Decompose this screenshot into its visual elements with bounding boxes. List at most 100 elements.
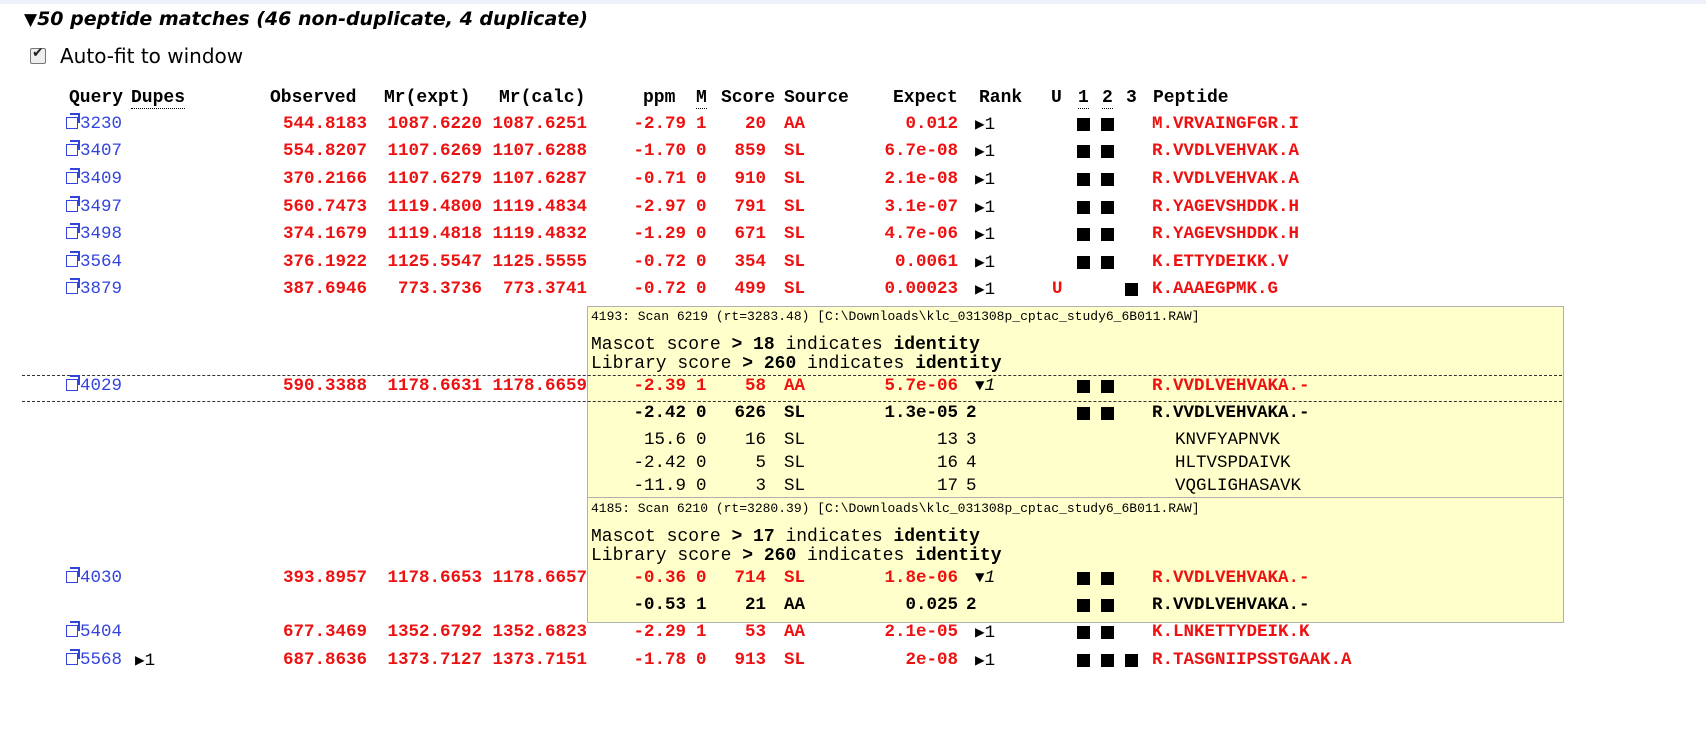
expect-value: 13 [936, 430, 958, 450]
query-link[interactable]: 3498 [66, 223, 122, 244]
header-m[interactable]: M [696, 88, 707, 109]
header-mr-expt: Mr(expt) [384, 88, 471, 108]
triangle-right-icon: ▶ [975, 254, 985, 272]
peptide-sequence: R.YAGEVSHDDK.H [1152, 197, 1300, 217]
peptide-matches-toggle[interactable]: ▼50 peptide matches (46 non-duplicate, 4… [24, 8, 588, 30]
miss-value: 0 [696, 403, 707, 423]
observed-value: 370.2166 [282, 169, 367, 189]
rank-toggle[interactable]: ▶1 [975, 650, 995, 671]
source-value: SL [784, 403, 806, 423]
score-value: 910 [734, 169, 766, 189]
threshold-prefix: Library score [591, 354, 743, 374]
match-square-icon [1101, 118, 1114, 131]
threshold-prefix: Mascot score [591, 527, 732, 547]
rank-toggle[interactable]: ▶1 [975, 622, 995, 643]
score-value: 626 [734, 403, 766, 423]
threshold-word: identity [915, 354, 1002, 374]
library-score-threshold: Library score > 260 indicates identity [591, 354, 1002, 374]
query-link[interactable]: 3407 [66, 140, 122, 161]
header-col-3: 3 [1126, 88, 1137, 108]
source-value: AA [784, 595, 806, 615]
rank-toggle[interactable]: ▼1 [975, 376, 995, 396]
query-link[interactable]: 5568 [66, 649, 122, 670]
threshold-mid: indicates [774, 527, 894, 547]
query-link[interactable]: 3230 [66, 113, 123, 134]
observed-value: 374.1679 [282, 224, 367, 244]
match-square-icon [1077, 572, 1090, 585]
source-value: SL [784, 197, 806, 217]
mr-calc-value: 1087.6251 [492, 114, 587, 134]
ppm-value: -2.39 [633, 376, 686, 396]
external-link-icon [66, 278, 80, 294]
query-number: 3564 [80, 252, 123, 272]
miss-value: 0 [696, 197, 707, 217]
header-col-1[interactable]: 1 [1078, 88, 1089, 109]
miss-value: 0 [696, 430, 707, 450]
rank-toggle[interactable]: ▶1 [975, 197, 995, 218]
header-score: Score [721, 88, 776, 108]
score-value: 21 [744, 595, 766, 615]
triangle-right-icon: ▶ [975, 143, 985, 161]
rank-toggle[interactable]: ▶1 [975, 169, 995, 190]
external-link-icon [66, 140, 80, 156]
header-query: Query [69, 88, 124, 108]
miss-value: 0 [696, 279, 707, 299]
scan-title: 4185: Scan 6210 (rt=3280.39) [C:\Downloa… [591, 501, 1200, 516]
rank-value: 1 [984, 376, 996, 396]
autofit-label[interactable]: Auto-fit to window [60, 44, 243, 68]
score-value: 16 [744, 430, 766, 450]
triangle-down-icon: ▼ [975, 377, 985, 395]
query-link[interactable]: 4030 [66, 567, 123, 588]
ppm-value: -0.71 [633, 169, 686, 189]
dupes-toggle[interactable]: ▶1 [135, 650, 155, 671]
source-value: SL [784, 279, 806, 299]
query-link[interactable]: 3564 [66, 251, 123, 272]
threshold-value: > 18 [731, 335, 775, 355]
peptide-sequence: R.VVDLVEHVAK.A [1152, 169, 1300, 189]
rank-toggle[interactable]: ▶1 [975, 224, 995, 245]
peptide-sequence: R.VVDLVEHVAKA.- [1152, 376, 1310, 396]
unique-flag: U [1052, 279, 1063, 299]
peptide-sequence: R.VVDLVEHVAKA.- [1152, 568, 1310, 588]
query-link[interactable]: 3497 [66, 196, 123, 217]
source-value: AA [784, 376, 806, 396]
observed-value: 376.1922 [282, 252, 367, 272]
rank-toggle[interactable]: ▶1 [975, 279, 995, 300]
miss-value: 0 [696, 252, 707, 272]
peptide-sequence: K.AAAEGPMK.G [1152, 279, 1279, 299]
source-value: SL [784, 453, 806, 473]
query-link[interactable]: 4029 [66, 375, 122, 396]
threshold-word: identity [915, 546, 1002, 566]
score-value: 499 [734, 279, 766, 299]
rank-toggle[interactable]: ▶1 [975, 114, 995, 135]
rank-toggle[interactable]: ▶1 [975, 141, 995, 162]
ppm-value: 15.6 [643, 430, 686, 450]
threshold-mid: indicates [774, 335, 894, 355]
query-number: 3230 [80, 114, 123, 134]
header-col-2[interactable]: 2 [1102, 88, 1113, 109]
query-number: 3497 [80, 197, 123, 217]
mr-expt-value: 1119.4800 [387, 197, 482, 217]
triangle-right-icon: ▶ [975, 652, 985, 670]
miss-value: 0 [696, 453, 707, 473]
query-link[interactable]: 3879 [66, 278, 122, 299]
query-link[interactable]: 5404 [66, 621, 122, 642]
miss-value: 0 [696, 141, 707, 161]
query-link[interactable]: 3409 [66, 168, 122, 189]
query-number: 4030 [80, 568, 123, 588]
match-square-icon [1077, 145, 1090, 158]
rank-toggle[interactable]: ▼1 [975, 568, 995, 588]
observed-value: 687.8636 [282, 650, 367, 670]
peptide-sequence: R.VVDLVEHVAK.A [1152, 141, 1300, 161]
expect-value: 16 [936, 453, 958, 473]
header-expect: Expect [893, 88, 958, 108]
header-dupes[interactable]: Dupes [131, 88, 186, 109]
header-unique: U [1051, 88, 1062, 108]
match-square-icon [1077, 256, 1090, 269]
external-link-icon [66, 621, 80, 637]
miss-value: 1 [696, 622, 707, 642]
expect-value: 17 [936, 476, 958, 496]
rank-toggle[interactable]: ▶1 [975, 252, 995, 273]
autofit-checkbox[interactable] [30, 45, 46, 64]
score-value: 859 [734, 141, 766, 161]
